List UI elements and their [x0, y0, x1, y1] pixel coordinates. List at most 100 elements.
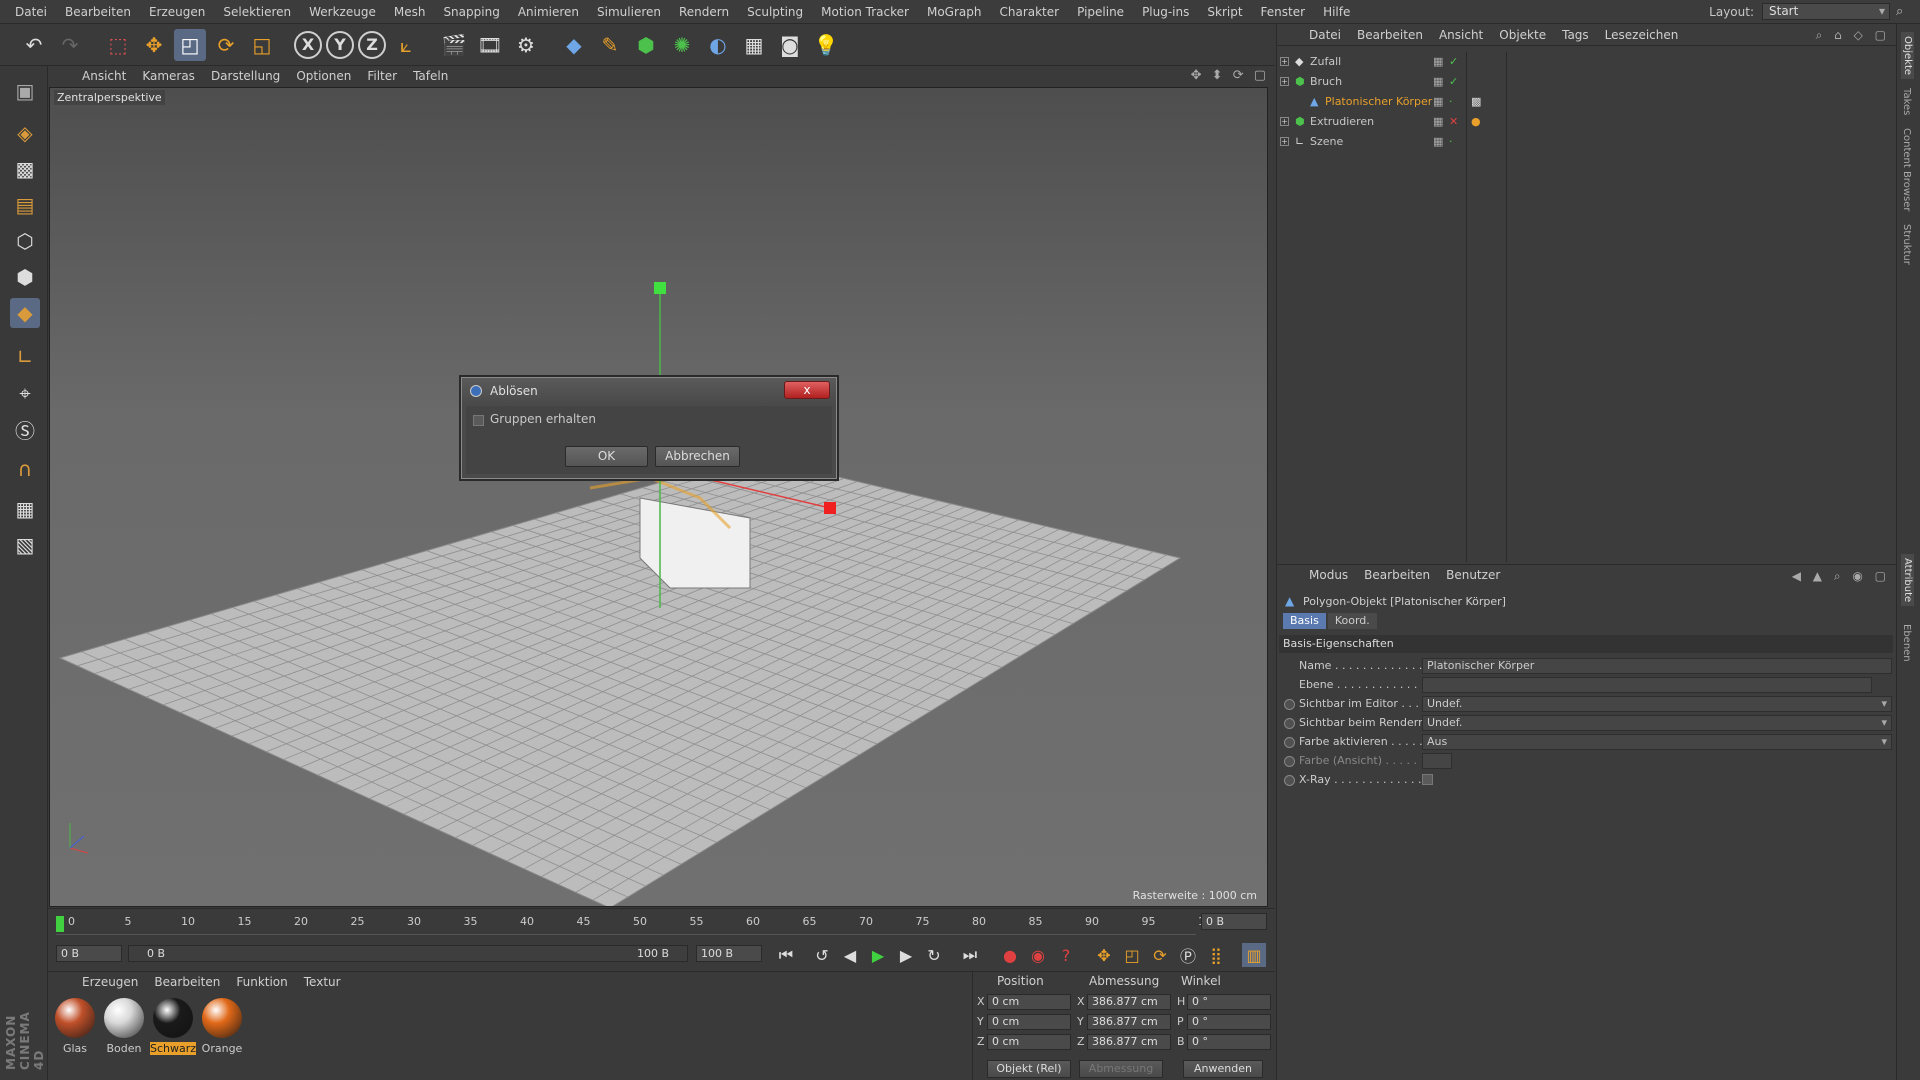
- close-button[interactable]: x: [784, 381, 830, 399]
- world-coords-icon[interactable]: ⟀: [390, 29, 422, 61]
- object-row[interactable]: + ◆ Zufall ▦ ✓: [1277, 52, 1897, 72]
- position-field[interactable]: 0 cm: [987, 1014, 1071, 1030]
- model-mode-icon[interactable]: ◈: [10, 118, 40, 148]
- step-back-icon[interactable]: ◀: [838, 943, 862, 967]
- menu-bearbeiten[interactable]: Bearbeiten: [56, 0, 140, 24]
- animate-radio[interactable]: [1284, 756, 1295, 767]
- key-rotation-icon[interactable]: ⟳: [1148, 943, 1172, 967]
- current-frame-field[interactable]: 0 B: [1201, 913, 1267, 930]
- menu-snapping[interactable]: Snapping: [434, 0, 508, 24]
- ok-button[interactable]: OK: [565, 446, 648, 467]
- key-pla-icon[interactable]: ⣿: [1204, 943, 1228, 967]
- object-menu-objekte[interactable]: Objekte: [1491, 28, 1554, 42]
- magnet-icon[interactable]: ∩: [10, 454, 40, 484]
- attribute-value[interactable]: Undef.: [1422, 696, 1892, 712]
- edges-mode-icon[interactable]: ⬢: [10, 262, 40, 292]
- texture-tag-icon[interactable]: ▩: [1471, 96, 1481, 108]
- object-row[interactable]: + ∟ Szene ▦ ·: [1277, 132, 1897, 152]
- attribute-nav-icons[interactable]: ◀ ▲ ⌕ ◉ ▢: [1792, 569, 1890, 584]
- playhead[interactable]: [56, 916, 64, 932]
- object-row[interactable]: + ⬢ Bruch ▦ ✓: [1277, 72, 1897, 92]
- transform-icon[interactable]: ◱: [246, 29, 278, 61]
- material-menu-bearbeiten[interactable]: Bearbeiten: [146, 975, 228, 989]
- subdivision-icon[interactable]: ⬢: [630, 29, 662, 61]
- visibility-toggle[interactable]: ▦: [1433, 136, 1443, 148]
- tab-koord[interactable]: Koord.: [1327, 613, 1377, 629]
- timeline-ruler[interactable]: 0510152025303540455055606570758085909510…: [56, 913, 1219, 935]
- viewport-nav-icons[interactable]: ✥ ⬍ ⟳ ▢: [1191, 68, 1269, 83]
- end-frame-field[interactable]: 100 B: [696, 945, 762, 962]
- object-row[interactable]: + ⬢ Extrudieren ▦ ✕ ●: [1277, 112, 1897, 132]
- menu-simulieren[interactable]: Simulieren: [588, 0, 670, 24]
- attribute-menu-bearbeiten[interactable]: Bearbeiten: [1356, 568, 1438, 582]
- xray-checkbox[interactable]: [1422, 774, 1433, 785]
- object-manager-icons[interactable]: ⌕ ⌂ ◇ ▢: [1816, 28, 1890, 43]
- expand-icon[interactable]: +: [1280, 57, 1289, 66]
- material-swatch[interactable]: Orange: [199, 996, 245, 1056]
- object-menu-datei[interactable]: Datei: [1301, 28, 1349, 42]
- render-settings-icon[interactable]: ⚙: [510, 29, 542, 61]
- timeline-window-icon[interactable]: ▥: [1242, 943, 1266, 967]
- floor-icon[interactable]: ▦: [738, 29, 770, 61]
- material-menu-textur[interactable]: Textur: [296, 975, 349, 989]
- enable-toggle[interactable]: ✓: [1449, 76, 1458, 88]
- viewport-menu-optionen[interactable]: Optionen: [288, 69, 359, 83]
- rotation-field[interactable]: 0 °: [1187, 1014, 1271, 1030]
- move-icon[interactable]: ✥: [138, 29, 170, 61]
- object-menu-lesezeichen[interactable]: Lesezeichen: [1597, 28, 1687, 42]
- search-icon[interactable]: ⌕: [1896, 4, 1912, 20]
- next-key-icon[interactable]: ↻: [922, 943, 946, 967]
- sidebar-tab-content-browser[interactable]: Content Browser: [1901, 128, 1912, 211]
- menu-skript[interactable]: Skript: [1198, 0, 1251, 24]
- sidebar-tab-takes[interactable]: Takes: [1901, 88, 1912, 115]
- menu-erzeugen[interactable]: Erzeugen: [140, 0, 214, 24]
- animate-radio[interactable]: [1284, 699, 1295, 710]
- tweak-icon[interactable]: ⌖: [10, 378, 40, 408]
- sidebar-tab-attribute[interactable]: Attribute: [1901, 554, 1914, 607]
- position-field[interactable]: 0 cm: [987, 1034, 1071, 1050]
- material-swatch[interactable]: Glas: [52, 996, 98, 1056]
- grid-snap-icon[interactable]: ▧: [10, 530, 40, 560]
- go-to-start-icon[interactable]: ⏮: [774, 943, 798, 967]
- menu-animieren[interactable]: Animieren: [509, 0, 588, 24]
- tab-basis[interactable]: Basis: [1283, 613, 1326, 629]
- key-param-icon[interactable]: Ⓟ: [1176, 943, 1200, 967]
- attribute-menu-benutzer[interactable]: Benutzer: [1438, 568, 1508, 582]
- rotation-field[interactable]: 0 °: [1187, 994, 1271, 1010]
- menu-fenster[interactable]: Fenster: [1252, 0, 1315, 24]
- menu-charakter[interactable]: Charakter: [990, 0, 1068, 24]
- enable-toggle[interactable]: ✓: [1449, 56, 1458, 68]
- menu-sculpting[interactable]: Sculpting: [738, 0, 812, 24]
- rotate-icon[interactable]: ⟳: [210, 29, 242, 61]
- size-field[interactable]: 386.877 cm: [1087, 1014, 1171, 1030]
- camera-icon[interactable]: ◙: [774, 29, 806, 61]
- sidebar-tab-struktur[interactable]: Struktur: [1901, 224, 1912, 265]
- array-icon[interactable]: ✺: [666, 29, 698, 61]
- rotation-field[interactable]: 0 °: [1187, 1034, 1271, 1050]
- viewport-menu-ansicht[interactable]: Ansicht: [74, 69, 134, 83]
- attribute-value[interactable]: [1422, 677, 1872, 693]
- object-menu-bearbeiten[interactable]: Bearbeiten: [1349, 28, 1431, 42]
- x-axis-icon[interactable]: X: [294, 30, 322, 59]
- menu-rendern[interactable]: Rendern: [670, 0, 738, 24]
- workplane-icon[interactable]: ▤: [10, 190, 40, 220]
- menu-plug-ins[interactable]: Plug-ins: [1133, 0, 1198, 24]
- menu-selektieren[interactable]: Selektieren: [214, 0, 300, 24]
- attribute-menu-modus[interactable]: Modus: [1301, 568, 1356, 582]
- frame-range-slider[interactable]: 0 B 100 B: [128, 945, 688, 962]
- coord-mode-dropdown[interactable]: Objekt (Rel): [987, 1060, 1071, 1078]
- material-swatch[interactable]: Boden: [101, 996, 147, 1056]
- menu-mograph[interactable]: MoGraph: [918, 0, 991, 24]
- visibility-toggle[interactable]: ▦: [1433, 96, 1443, 108]
- key-position-icon[interactable]: ✥: [1092, 943, 1116, 967]
- play-icon[interactable]: ▶: [866, 943, 890, 967]
- expand-icon[interactable]: +: [1280, 137, 1289, 146]
- live-select-icon[interactable]: ⬚: [102, 29, 134, 61]
- object-menu-tags[interactable]: Tags: [1554, 28, 1597, 42]
- keep-groups-checkbox[interactable]: [473, 415, 484, 426]
- viewport-menu-kameras[interactable]: Kameras: [134, 69, 203, 83]
- attribute-value[interactable]: Undef.: [1422, 715, 1892, 731]
- menu-mesh[interactable]: Mesh: [385, 0, 435, 24]
- size-field[interactable]: 386.877 cm: [1087, 994, 1171, 1010]
- visibility-toggle[interactable]: ▦: [1433, 76, 1443, 88]
